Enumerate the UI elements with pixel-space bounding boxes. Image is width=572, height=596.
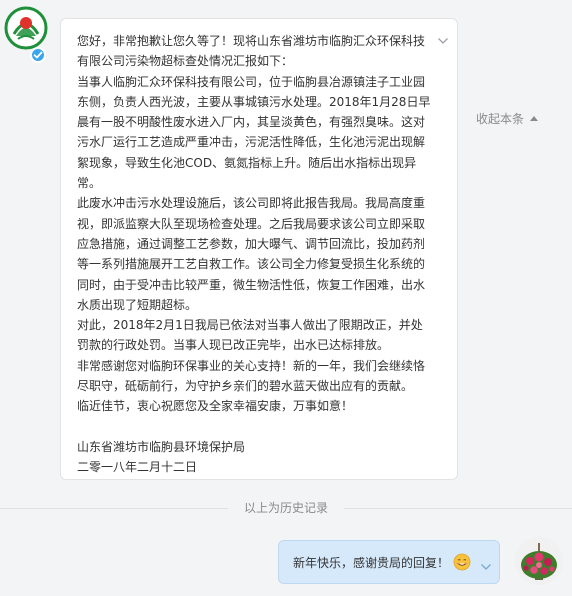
outgoing-message-text: 新年快乐，感谢贵局的回复！ <box>293 555 450 570</box>
message-paragraph: 对此，2018年2月1日我局已依法对当事人做出了限期改正，并处罚款的行政处罚。当… <box>77 318 423 353</box>
message-paragraph: 您好，非常抱歉让您久等了！现将山东省潍坊市临朐汇众环保科技有限公司污染物超标查处… <box>77 34 426 69</box>
verified-badge-icon <box>30 47 46 63</box>
signature-date: 二零一八年二月十二日 <box>77 459 198 474</box>
message-paragraph: 非常感谢您对临朐环保事业的关心支持！新的一年，我们会继续恪尽职守，砥砺前行，为守… <box>77 358 426 394</box>
history-label: 以上为历史记录 <box>243 501 328 515</box>
collapse-label: 收起本条 <box>476 112 525 126</box>
message-paragraph: 当事人临朐汇众环保科技有限公司，位于临朐县冶源镇洼子工业园东侧，负责人西光波，主… <box>77 74 431 191</box>
user-avatar-flower-icon[interactable] <box>515 537 563 585</box>
message-paragraph: 临近佳节，衷心祝愿您及全家幸福安康，万事如意！ <box>77 399 354 414</box>
collapse-message-link[interactable]: 收起本条 <box>476 110 539 127</box>
triangle-up-icon <box>530 116 539 121</box>
history-divider: 以上为历史记录 <box>0 500 572 516</box>
incoming-message-bubble: 您好，非常抱歉让您久等了！现将山东省潍坊市临朐汇众环保科技有限公司污染物超标查处… <box>60 18 458 480</box>
smiling-face-icon <box>453 553 471 571</box>
outgoing-message-bubble: 新年快乐，感谢贵局的回复！ <box>278 540 500 584</box>
message-paragraph: 此废水冲击污水处理设施后，该公司即将此报告我局。我局高度重视，即派监察大队至现场… <box>77 196 426 312</box>
signature-organization: 山东省潍坊市临朐县环境保护局 <box>77 439 246 454</box>
chevron-down-icon[interactable] <box>437 31 449 44</box>
chevron-down-icon[interactable] <box>480 557 492 570</box>
